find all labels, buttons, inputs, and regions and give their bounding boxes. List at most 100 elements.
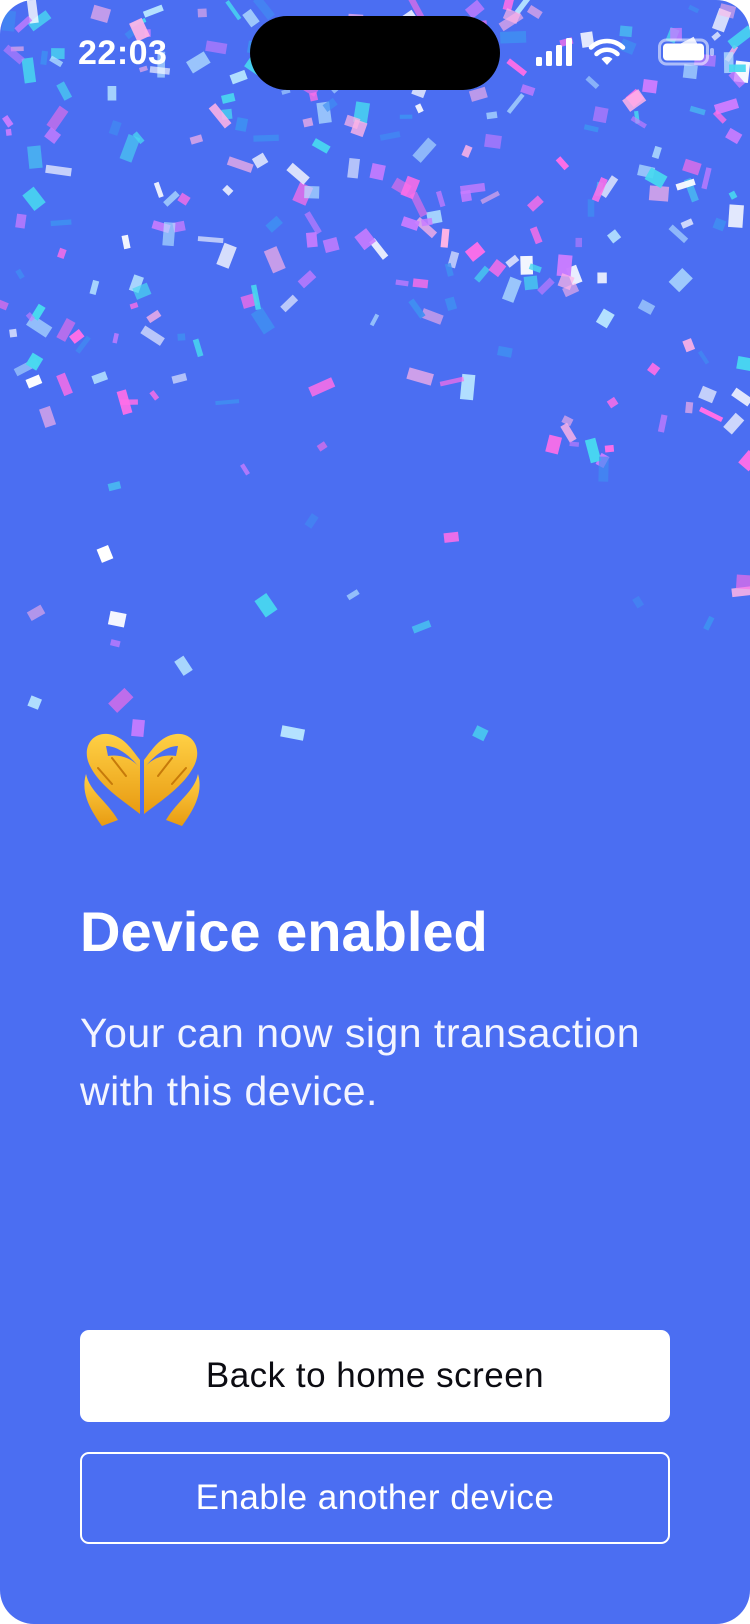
confetti-piece	[444, 262, 454, 277]
confetti-piece	[414, 216, 438, 239]
confetti-piece	[91, 371, 109, 385]
confetti-piece	[731, 387, 750, 407]
confetti-piece	[263, 246, 286, 274]
confetti-piece	[177, 192, 191, 206]
confetti-piece	[439, 376, 465, 387]
confetti-piece	[537, 277, 555, 296]
confetti-piece	[630, 116, 647, 129]
confetti-piece	[253, 134, 279, 142]
status-icons	[536, 38, 726, 68]
confetti-piece	[216, 242, 237, 269]
confetti-piece	[322, 237, 340, 254]
confetti-piece	[112, 332, 119, 344]
confetti-piece	[595, 308, 615, 329]
confetti-piece	[637, 164, 656, 179]
confetti-piece	[555, 156, 570, 171]
page-subtitle: Your can now sign transaction with this …	[80, 1010, 640, 1115]
confetti-piece	[651, 145, 662, 159]
confetti-piece	[149, 390, 160, 401]
confetti-piece	[668, 224, 689, 244]
confetti-piece	[153, 181, 164, 198]
status-bar: 22:03	[0, 0, 750, 110]
confetti-piece	[680, 218, 694, 229]
dynamic-island	[250, 16, 500, 90]
confetti-piece	[25, 374, 43, 389]
confetti-piece	[26, 314, 53, 338]
confetti-piece	[44, 127, 62, 144]
confetti-piece	[712, 217, 727, 232]
confetti-piece	[311, 138, 331, 154]
confetti-piece	[369, 238, 389, 260]
confetti-piece	[0, 298, 9, 311]
confetti-piece	[632, 595, 645, 609]
confetti-piece	[421, 217, 433, 227]
confetti-piece	[440, 228, 450, 248]
confetti-piece	[703, 615, 715, 631]
confetti-piece	[108, 687, 134, 713]
confetti-piece	[221, 108, 233, 120]
confetti-piece	[529, 226, 543, 245]
confetti-piece	[560, 422, 577, 443]
confetti-piece	[557, 273, 575, 291]
confetti-piece	[140, 325, 165, 346]
confetti-piece	[712, 109, 727, 124]
confetti-piece	[56, 372, 73, 397]
back-to-home-label: Back to home screen	[205, 1356, 545, 1395]
back-to-home-button[interactable]: Back to home screen	[80, 1330, 670, 1422]
confetti-piece	[480, 190, 500, 205]
enable-another-device-button[interactable]: Enable another device	[80, 1452, 670, 1544]
confetti-piece	[459, 373, 476, 401]
confetti-piece	[302, 117, 314, 128]
confetti-piece	[116, 389, 133, 415]
confetti-piece	[497, 345, 513, 358]
confetti-piece	[344, 114, 361, 130]
confetti-piece	[657, 414, 668, 433]
confetti-piece	[192, 338, 204, 358]
confetti-piece	[2, 114, 14, 128]
confetti-piece	[435, 190, 446, 208]
confetti-piece	[197, 236, 224, 244]
confetti-piece	[527, 195, 544, 212]
confetti-piece	[699, 406, 724, 423]
confetti-piece	[731, 586, 750, 598]
confetti-piece	[107, 610, 127, 628]
confetti-piece	[488, 259, 507, 278]
confetti-piece	[346, 589, 360, 601]
confetti-piece	[412, 137, 437, 163]
confetti-piece	[459, 182, 486, 195]
confetti-piece	[520, 255, 534, 275]
confetti-piece	[254, 593, 278, 618]
confetti-piece	[395, 279, 409, 287]
confetti-piece	[562, 282, 580, 298]
confetti-piece	[399, 114, 413, 119]
confetti-piece	[461, 144, 473, 158]
confetti-piece	[308, 377, 336, 397]
confetti-piece	[250, 284, 262, 310]
confetti-piece	[637, 299, 656, 315]
enable-another-device-label: Enable another device	[195, 1478, 555, 1517]
confetti-piece	[280, 725, 306, 741]
confetti-piece	[146, 309, 162, 324]
confetti-piece	[75, 335, 91, 354]
confetti-piece	[460, 189, 472, 203]
confetti-piece	[406, 367, 434, 386]
confetti-piece	[151, 220, 171, 234]
confetti-piece	[39, 405, 57, 428]
confetti-piece	[735, 574, 750, 590]
confetti-piece	[171, 373, 188, 384]
confetti-piece	[697, 350, 710, 365]
confetti-piece	[26, 604, 46, 621]
confetti-piece	[251, 152, 269, 169]
confetti-piece	[50, 219, 72, 227]
confetti-piece	[595, 452, 610, 469]
confetti-piece	[369, 162, 386, 181]
confetti-piece	[556, 254, 573, 277]
confetti-piece	[528, 263, 542, 273]
confetti-piece	[444, 296, 458, 311]
confetti-piece	[222, 184, 234, 196]
confetti-piece	[566, 264, 583, 286]
device-enabled-screen: 22:03 Device enabled Your can now sign t…	[0, 0, 750, 1624]
confetti-piece	[604, 444, 615, 453]
confetti-piece	[69, 328, 85, 344]
confetti-piece	[682, 158, 702, 176]
